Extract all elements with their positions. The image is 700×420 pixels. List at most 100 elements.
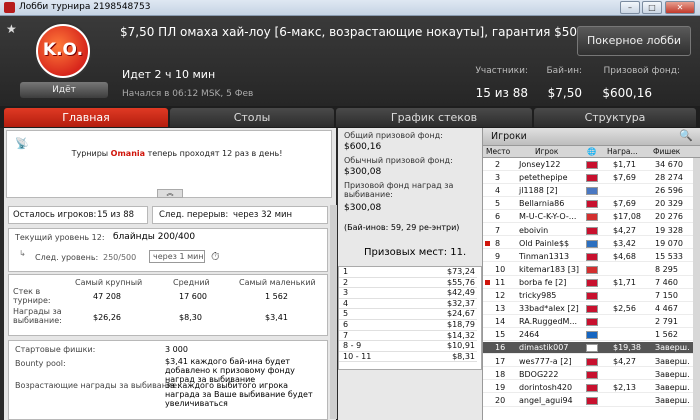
players-scrollbar[interactable] <box>693 158 700 420</box>
tournament-lobby-window: Лобби турнира 2198548753 – □ ✕ ★ K.O. Ид… <box>0 0 700 420</box>
player-name: 33bad*alex [2] <box>519 304 579 314</box>
player-name: Tinman1313 <box>519 251 570 261</box>
player-row[interactable]: 5 Bellarnia86 $7,69 20 329 <box>483 198 693 211</box>
prize-places: Призовых мест: 11. <box>364 247 467 258</box>
prizepool-value: $600,16 <box>602 86 652 100</box>
start-time: Начался в 06:12 MSK, 5 Фев <box>122 89 254 99</box>
player-row[interactable]: 2 Jonsey122 $1,71 34 670 <box>483 159 693 171</box>
player-row[interactable]: 19 dorintosh420 $2,13 Заверш. <box>483 382 693 394</box>
tab-stack-chart[interactable]: График стеков <box>336 108 532 127</box>
player-bounty: $3,42 <box>613 238 636 248</box>
payout-amount: $73,24 <box>447 267 475 276</box>
entrants-value: 15 из 88 <box>475 86 528 100</box>
collapse-arrow-icon[interactable]: ︽ <box>157 189 183 198</box>
player-row[interactable]: 18 BDOG222 Заверш. <box>483 369 693 381</box>
prizepool-label: Призовой фонд: <box>603 66 680 76</box>
tournament-info: Стартовые фишки: 3 000 Bounty pool: $3,4… <box>8 340 328 420</box>
poker-lobby-button[interactable]: Покерное лобби <box>577 26 691 56</box>
player-place: 15 <box>495 330 506 340</box>
close-button[interactable]: ✕ <box>665 1 695 14</box>
player-row[interactable]: 14 RA.RuggedM... 2 791 <box>483 316 693 328</box>
player-name: wes777-a [2] <box>519 356 572 366</box>
player-chips: Заверш. <box>655 395 690 405</box>
player-chips: 20 329 <box>655 199 683 209</box>
player-row[interactable]: 10 kitemar183 [3] 8 295 <box>483 264 693 276</box>
payout-row: 5 $24,67 <box>339 309 477 320</box>
maximize-button[interactable]: □ <box>642 1 662 14</box>
country-flag-icon <box>586 383 598 392</box>
col-place[interactable]: Место <box>486 147 510 156</box>
total-pool-label: Общий призовой фонд: <box>344 131 443 140</box>
minimize-button[interactable]: – <box>620 1 640 14</box>
marker-icon <box>485 240 490 246</box>
player-row[interactable]: 9 Tinman1313 $4,68 15 533 <box>483 251 693 263</box>
player-name: dimastik007 <box>519 343 569 353</box>
bounty-smallest: $3,41 <box>265 313 288 322</box>
player-bounty: $2,56 <box>613 304 636 314</box>
player-row[interactable]: 3 petethepipe $7,69 28 274 <box>483 172 693 184</box>
player-row[interactable]: 12 tricky985 7 150 <box>483 290 693 302</box>
col-bounty[interactable]: Награ... <box>607 147 638 156</box>
player-row[interactable]: 4 jl1188 [2] 26 596 <box>483 185 693 197</box>
buyin-label: Бай-ин: <box>546 66 582 76</box>
break-label: След. перерыв: <box>159 210 229 220</box>
tab-main[interactable]: Главная <box>4 108 168 127</box>
player-chips: 15 533 <box>655 251 683 261</box>
left-scrollbar[interactable] <box>330 205 337 419</box>
buyin-value: $7,50 <box>547 86 582 100</box>
player-row[interactable]: 11 borba fe [2] $1,71 7 460 <box>483 277 693 289</box>
country-flag-icon <box>586 174 598 183</box>
total-pool-value: $600,16 <box>344 142 382 152</box>
player-place: 14 <box>495 317 506 327</box>
country-flag-icon <box>586 187 598 196</box>
player-place: 19 <box>495 382 506 392</box>
payout-amount: $10,91 <box>447 341 475 351</box>
app-icon <box>4 2 15 13</box>
player-row[interactable]: 15 2464 1 562 <box>483 329 693 342</box>
globe-icon[interactable]: 🌐 <box>587 147 596 156</box>
player-name: M-U-C-K-Y-O-... <box>519 212 577 222</box>
player-row[interactable]: 8 Old Painle$$ $3,42 19 070 <box>483 238 693 250</box>
country-flag-icon <box>586 292 598 300</box>
player-chips: Заверш. <box>655 356 690 366</box>
country-flag-icon <box>586 213 598 222</box>
player-chips: 1 562 <box>655 330 678 340</box>
player-bounty: $1,71 <box>613 160 636 169</box>
player-place: 13 <box>495 304 506 314</box>
player-chips: 4 467 <box>655 304 678 314</box>
player-place: 12 <box>495 291 506 300</box>
remaining-value: 15 из 88 <box>97 210 135 220</box>
smallest-header: Самый маленький <box>239 278 316 287</box>
country-flag-icon <box>586 318 598 327</box>
next-break: След. перерыв: через 32 мин <box>152 206 328 224</box>
col-chips[interactable]: Фишек <box>653 147 680 156</box>
payout-place: 4 <box>343 298 349 308</box>
tab-structure[interactable]: Структура <box>534 108 696 127</box>
player-row[interactable]: 20 angel_agui94 Заверш. <box>483 395 693 407</box>
payout-amount: $24,67 <box>447 309 475 319</box>
largest-header: Самый крупный <box>75 278 143 287</box>
break-value: через 32 мин <box>233 210 293 220</box>
search-icon[interactable]: 🔍 <box>679 129 693 142</box>
players-remaining: Осталось игроков: 15 из 88 <box>8 206 148 224</box>
favorite-star-icon[interactable]: ★ <box>6 22 17 36</box>
player-name: dorintosh420 <box>519 382 573 392</box>
player-bounty: $2,13 <box>613 382 636 392</box>
player-row[interactable]: 13 33bad*alex [2] $2,56 4 467 <box>483 303 693 315</box>
player-row[interactable]: 17 wes777-a [2] $4,27 Заверш. <box>483 356 693 368</box>
col-player[interactable]: Игрок <box>535 147 558 156</box>
player-bounty: $4,68 <box>613 251 636 261</box>
player-bounty: $19,38 <box>613 343 641 353</box>
payout-amount: $14,32 <box>447 330 475 340</box>
starting-chips-value: 3 000 <box>165 345 188 354</box>
running-time: Идет 2 ч 10 мин <box>122 68 216 81</box>
player-place: 2 <box>495 160 501 169</box>
progressive-label: Возрастающие награды за выбивание: <box>15 381 180 390</box>
country-flag-icon <box>586 331 598 340</box>
payout-amount: $42,49 <box>447 288 475 298</box>
tab-tables[interactable]: Столы <box>170 108 334 127</box>
player-row[interactable]: 7 eboivin $4,27 19 328 <box>483 225 693 237</box>
player-row[interactable]: 16 dimastik007 $19,38 Заверш. <box>483 342 693 355</box>
player-row[interactable]: 6 M-U-C-K-Y-O-... $17,08 20 276 <box>483 211 693 224</box>
payout-table: 1 $73,24 2 $55,76 3 $42,49 4 $32,37 5 $24,67 6 $18,… <box>338 266 482 370</box>
